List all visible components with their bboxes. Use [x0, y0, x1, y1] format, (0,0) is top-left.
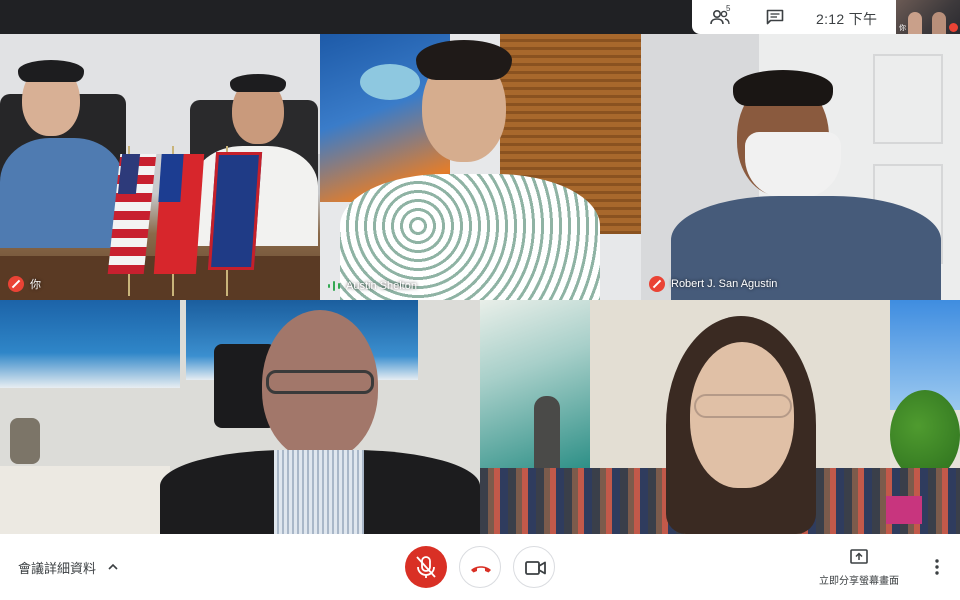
top-controls: 5 2:12 下午 [692, 0, 896, 34]
more-options-icon[interactable] [930, 558, 944, 576]
top-bar: 5 2:12 下午 你 [0, 0, 960, 34]
present-now-button[interactable]: 立即分享螢幕畫面 [812, 548, 906, 588]
mic-off-icon [416, 556, 436, 578]
participant-name: Austin Shelton [346, 280, 417, 292]
camera-toggle-button[interactable] [513, 546, 555, 588]
hair [733, 70, 833, 106]
shirt [274, 450, 364, 534]
self-view-thumbnail[interactable]: 你 [896, 0, 960, 34]
roc-flag-canton [158, 154, 184, 202]
video-tile-4[interactable] [0, 300, 480, 534]
sign [886, 496, 922, 524]
meet-window: 5 2:12 下午 你 你 Austin Shelton Robert J. S… [0, 0, 960, 600]
video-tile-1[interactable]: 你 [0, 34, 320, 300]
guam-flag [207, 152, 263, 270]
chevron-up-icon[interactable] [108, 562, 118, 572]
muted-icon [8, 276, 24, 292]
chat-icon [766, 9, 784, 25]
self-view-person [932, 12, 946, 34]
participant-name-tag: 你 [8, 276, 41, 292]
hair [230, 74, 286, 92]
participant-count: 5 [726, 4, 731, 13]
sculpture [10, 418, 40, 464]
leave-call-button[interactable] [459, 546, 501, 588]
door-panel [873, 54, 943, 144]
video-camera-icon [525, 561, 546, 575]
chat-button[interactable] [766, 9, 784, 25]
wall-painting [0, 300, 180, 388]
face-mask [745, 132, 841, 198]
hair [416, 40, 512, 80]
video-tile-2[interactable]: Austin Shelton [320, 34, 641, 300]
glasses [694, 394, 792, 418]
hang-up-icon [471, 566, 491, 573]
muted-icon [649, 276, 665, 292]
speaking-indicator-icon [328, 280, 340, 292]
self-view-label: 你 [899, 25, 906, 32]
present-screen-icon [850, 549, 868, 564]
video-tile-3[interactable]: Robert J. San Agustin [641, 34, 960, 300]
present-now-label: 立即分享螢幕畫面 [819, 576, 899, 587]
tree [890, 390, 960, 480]
muted-icon [949, 23, 958, 32]
meeting-details-button[interactable]: 會議詳細資料 [18, 558, 96, 577]
self-view-person [908, 12, 922, 34]
glasses [266, 370, 374, 394]
microphone-toggle-button[interactable] [405, 546, 447, 588]
shirt [0, 138, 124, 248]
video-tile-5[interactable] [480, 300, 960, 534]
participant-name-tag: Austin Shelton [328, 280, 417, 292]
participant-name: Robert J. San Agustin [671, 278, 778, 290]
painted-fish [360, 64, 420, 100]
desk [0, 466, 170, 534]
bottom-bar: 會議詳細資料 立即分享螢幕畫面 [0, 534, 960, 600]
participant-name-tag: Robert J. San Agustin [649, 276, 777, 292]
hair [18, 60, 84, 82]
participant-name: 你 [30, 279, 41, 291]
clock: 2:12 下午 [816, 11, 878, 27]
